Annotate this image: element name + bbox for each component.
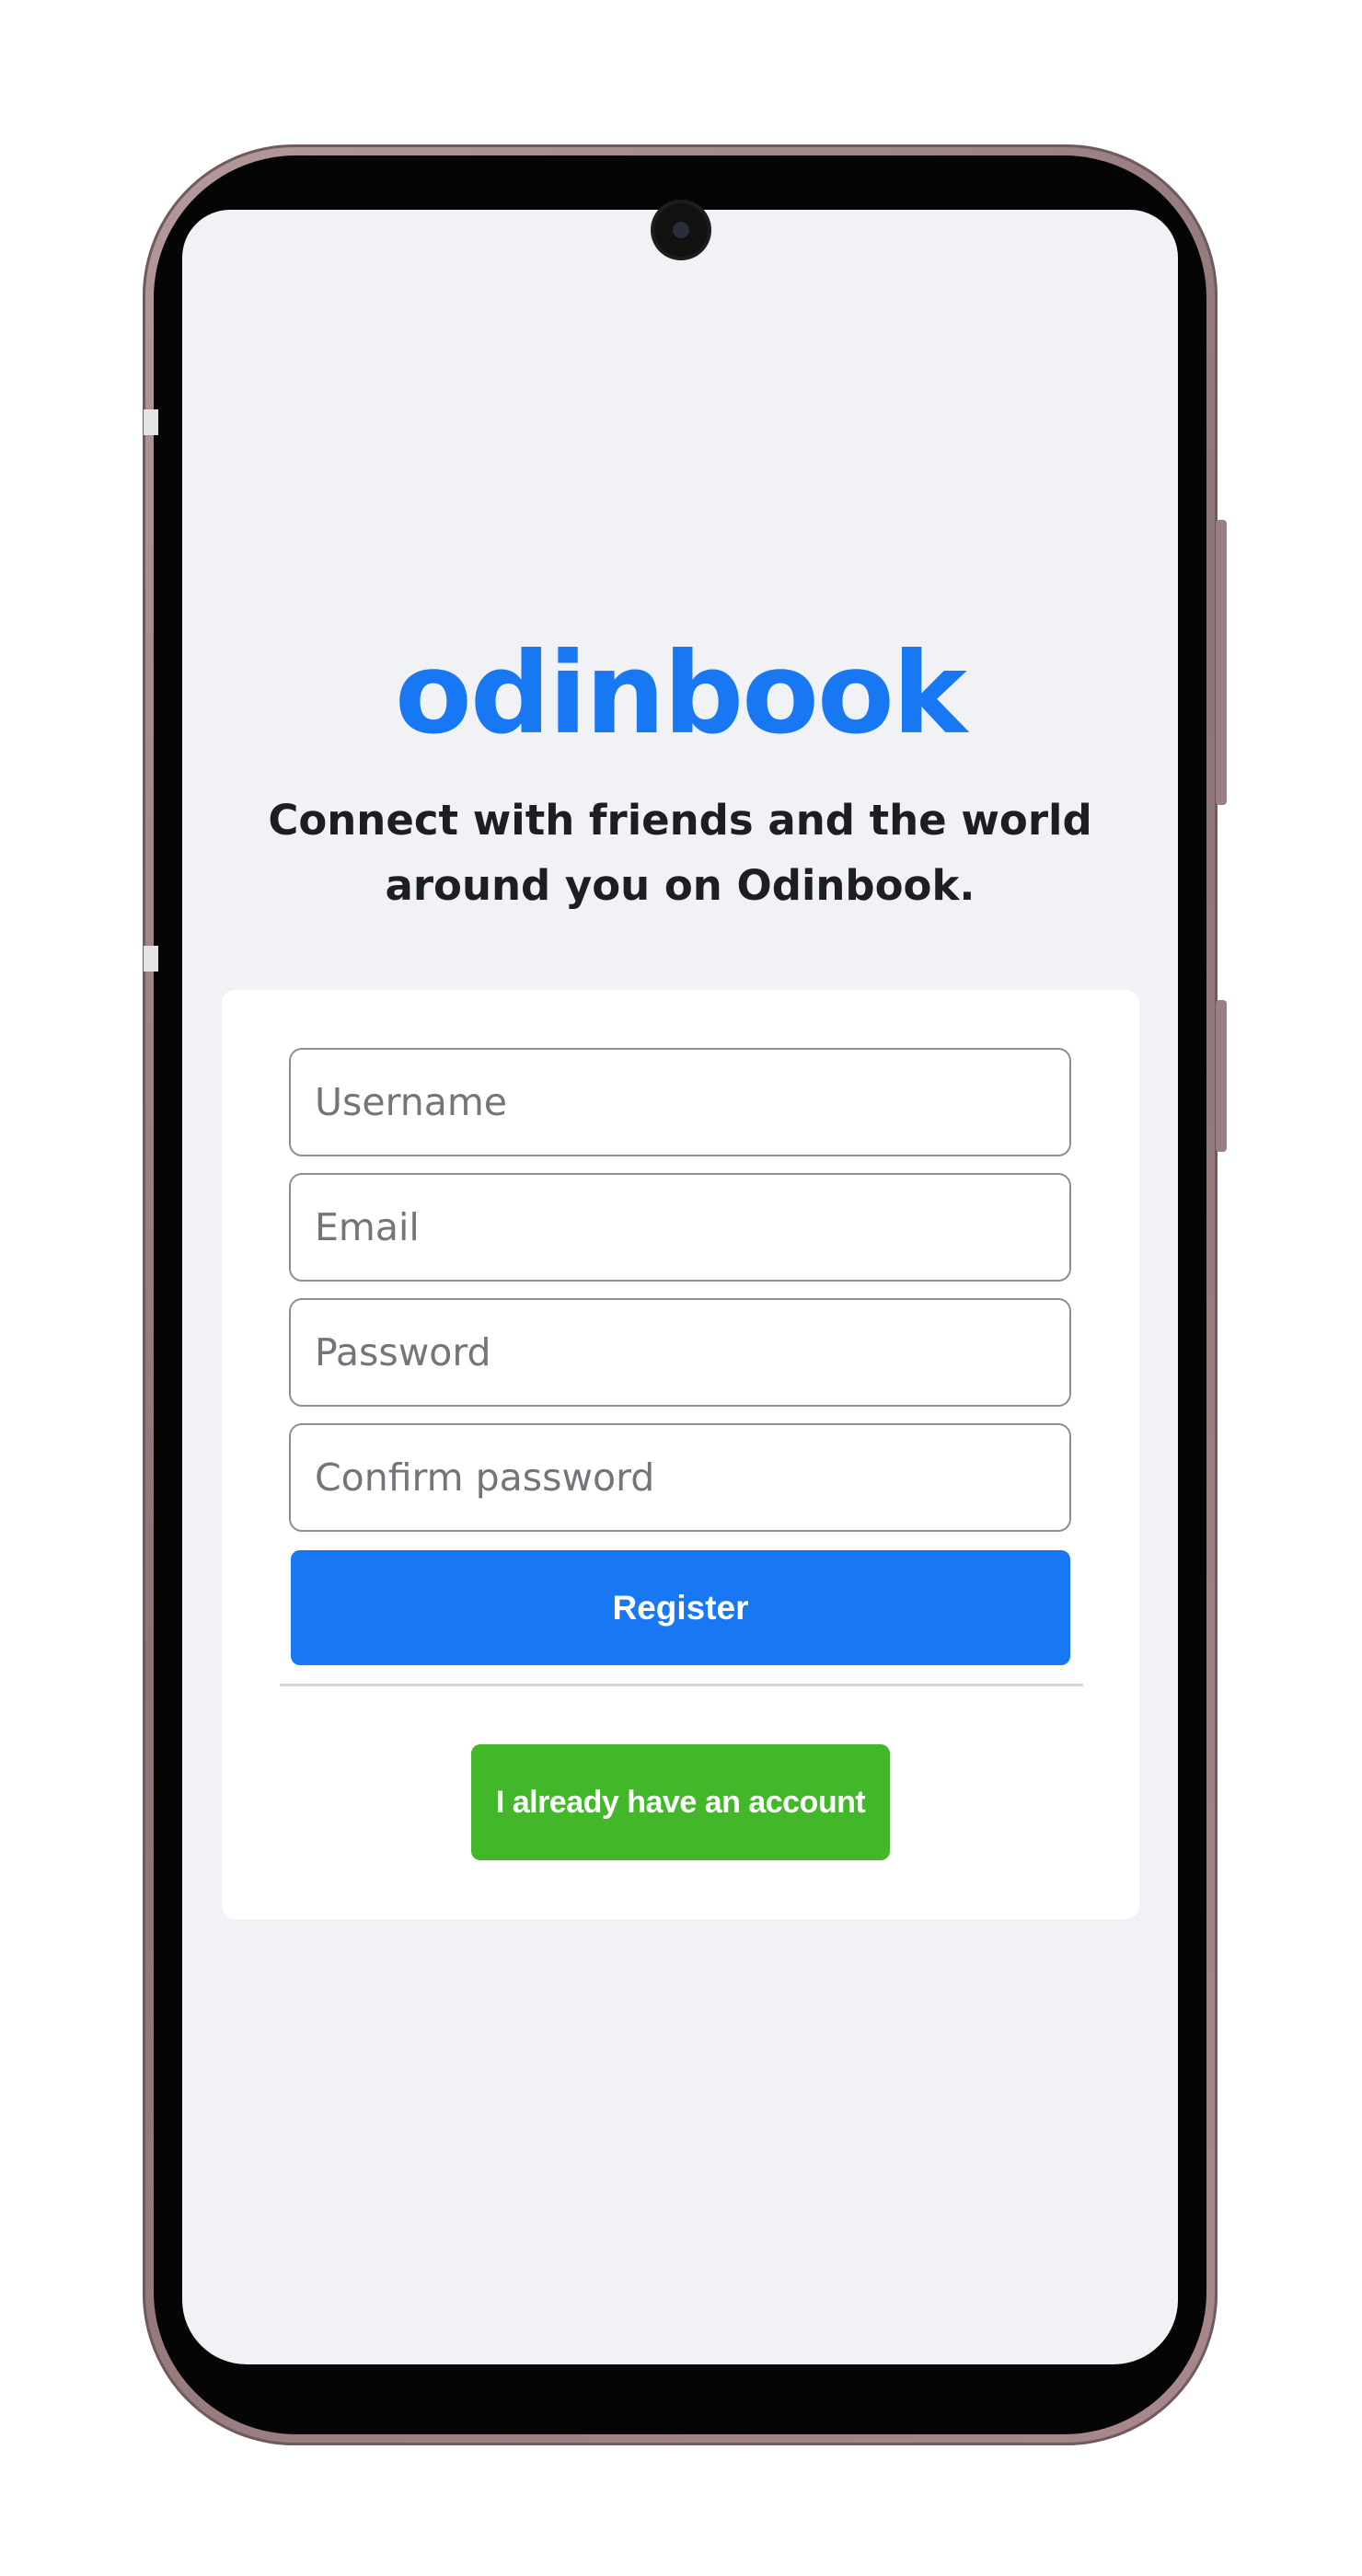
front-camera-icon bbox=[654, 203, 708, 257]
phone-screen: odinbook Connect with friends and the wo… bbox=[182, 210, 1178, 2364]
volume-button bbox=[1216, 1000, 1227, 1152]
tagline: Connect with friends and the world aroun… bbox=[268, 796, 1092, 910]
confirm-password-input[interactable] bbox=[289, 1423, 1071, 1532]
email-input[interactable] bbox=[289, 1173, 1071, 1282]
login-button[interactable]: I already have an account bbox=[471, 1744, 890, 1860]
register-button[interactable]: Register bbox=[291, 1550, 1070, 1665]
frame-antenna-line bbox=[144, 409, 158, 435]
power-button bbox=[1216, 520, 1227, 805]
divider bbox=[280, 1684, 1083, 1686]
frame-antenna-line bbox=[144, 946, 158, 972]
register-card: Register I already have an account bbox=[222, 990, 1139, 1919]
odinbook-logo: odinbook bbox=[395, 628, 967, 759]
username-input[interactable] bbox=[289, 1048, 1071, 1156]
password-input[interactable] bbox=[289, 1298, 1071, 1407]
